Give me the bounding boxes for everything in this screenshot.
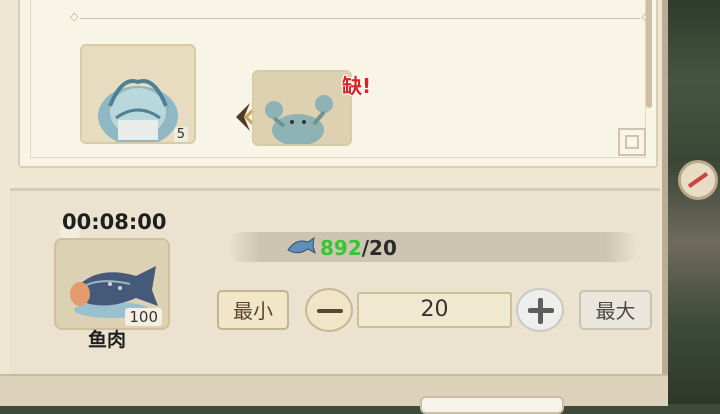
product-quantity: 100 (125, 308, 162, 326)
cost-need: /20 (361, 236, 397, 260)
confirm-button-partial[interactable] (420, 396, 564, 414)
recipe-card: 5 缺! (18, 0, 658, 168)
increase-button[interactable] (516, 288, 564, 332)
ingredient-count: 5 (173, 127, 188, 142)
recipe-divider (70, 10, 650, 23)
crafting-panel: 5 缺! 00:08:00 100 鱼肉 (0, 0, 668, 406)
ingredient-slot-shrimp[interactable]: 5 (80, 44, 196, 144)
game-world-background (664, 0, 720, 404)
missing-ingredient-badge: 缺! (342, 74, 372, 98)
decrease-button[interactable] (305, 288, 353, 332)
quantity-input[interactable]: 20 (357, 292, 512, 328)
ingredient-slot-crab[interactable] (252, 70, 352, 146)
crab-icon (265, 95, 333, 144)
corner-ornament-icon (618, 128, 646, 156)
max-button[interactable]: 最大 (579, 290, 652, 330)
craft-timer: 00:08:00 (62, 210, 167, 234)
no-entry-sign-icon (678, 160, 718, 200)
recipe-scrollbar[interactable] (646, 0, 652, 108)
min-button[interactable]: 最小 (217, 290, 289, 330)
fish-cost-icon (287, 236, 316, 255)
cost-text: 892/20 (320, 236, 397, 260)
bottom-footer (0, 374, 668, 406)
product-name: 鱼肉 (88, 329, 127, 351)
product-slot[interactable]: 100 (54, 238, 170, 330)
cost-have: 892 (320, 236, 362, 260)
